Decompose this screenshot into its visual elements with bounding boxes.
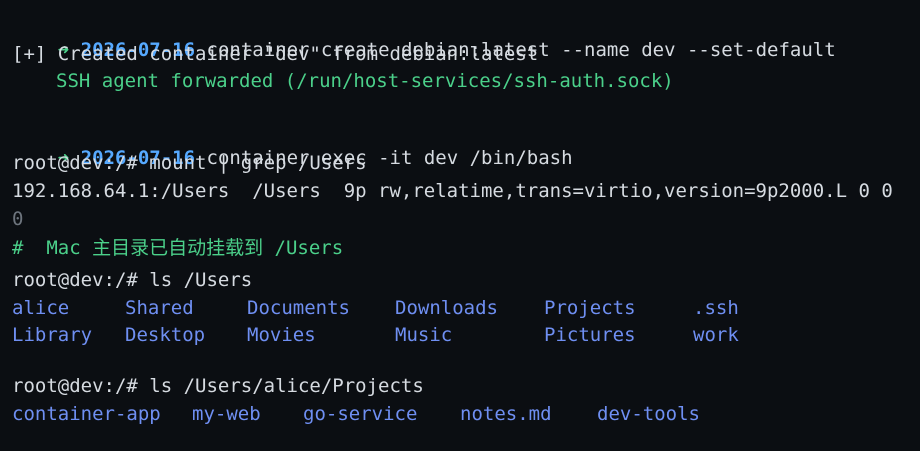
comment-line: # Mac 主目录已自动挂载到 /Users [12,237,344,259]
output-created: [+] Created container "dev" from debian:… [12,43,539,65]
list-item: go-service [303,403,418,425]
list-item: Movies [247,324,316,346]
list-item: work [693,324,739,346]
list-item: alice [12,297,70,319]
list-item: notes.md [460,403,552,425]
list-item: my-web [192,403,261,425]
output-mount-wrap: 0 [12,208,24,230]
list-item: container-app [12,403,161,425]
list-item: Shared [125,297,194,319]
command-line-2: ➜ 2026-07-16 container exec -it dev /bin… [12,122,573,169]
list-item: Downloads [395,297,498,319]
list-item: .ssh [693,297,739,319]
terminal-window[interactable]: ➜ 2026-07-16 container create debian:lat… [0,0,920,451]
list-item: dev-tools [597,403,700,425]
output-ssh-agent: SSH agent forwarded (/run/host-services/… [56,70,674,92]
prompt-mount: root@dev:/# mount | grep /Users [12,152,367,174]
list-item: Projects [544,297,636,319]
prompt-ls-projects: root@dev:/# ls /Users/alice/Projects [12,375,424,397]
output-mount: 192.168.64.1:/Users /Users 9p rw,relatim… [12,180,893,202]
list-item: Pictures [544,324,636,346]
command-line-1: ➜ 2026-07-16 container create debian:lat… [12,14,836,61]
list-item: Music [395,324,453,346]
list-item: Desktop [125,324,206,346]
prompt-ls-users: root@dev:/# ls /Users [12,269,253,291]
list-item: Documents [247,297,350,319]
list-item: Library [12,324,93,346]
